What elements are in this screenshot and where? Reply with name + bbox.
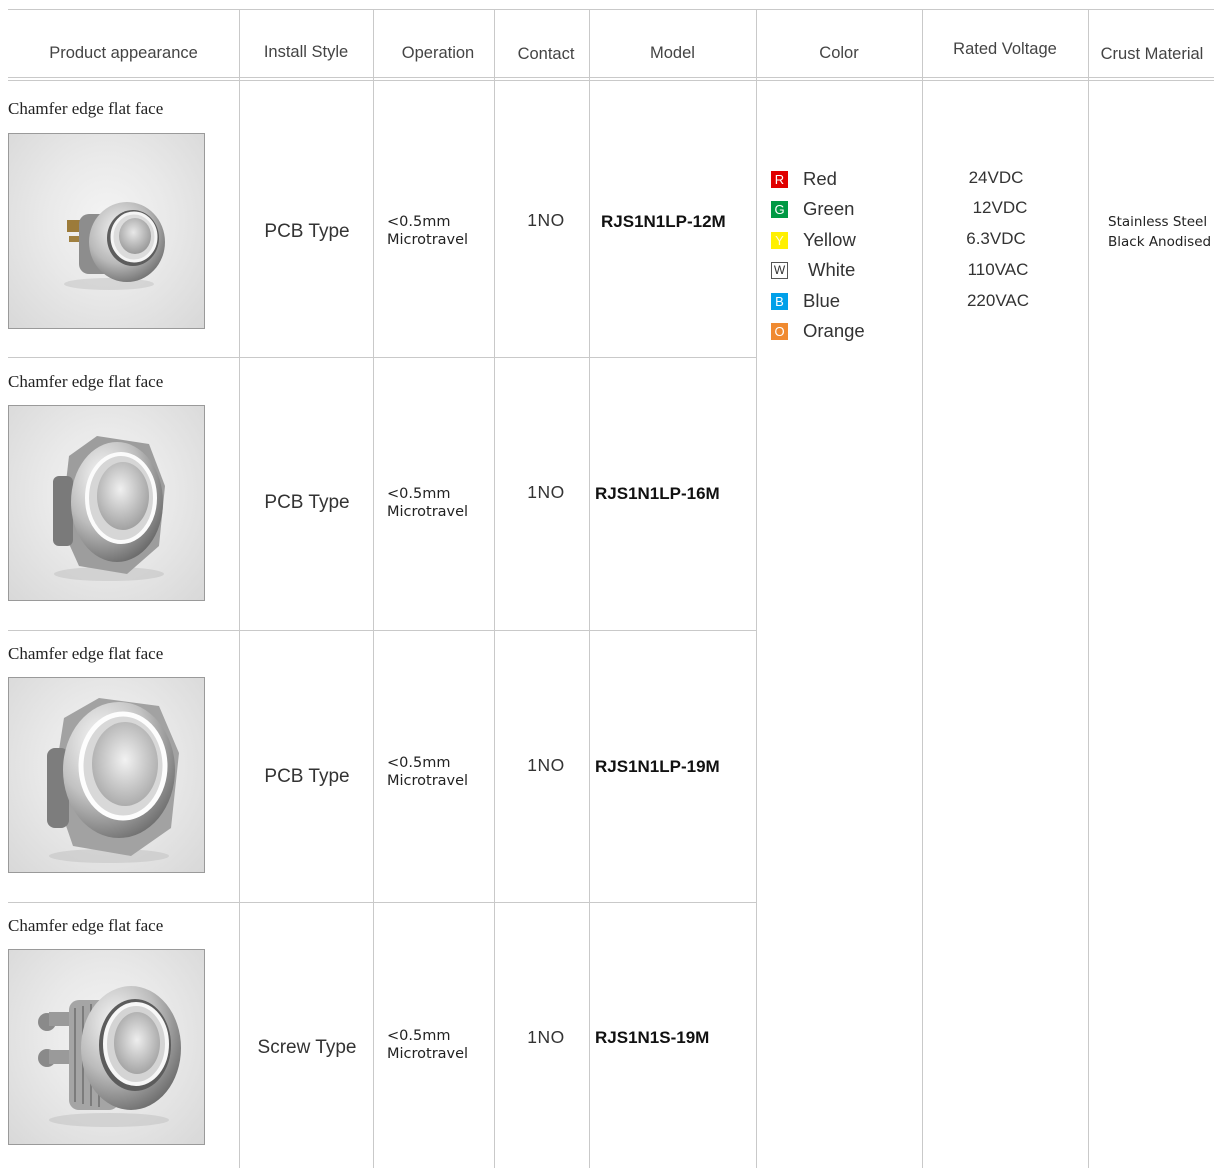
install-style: PCB Type	[264, 221, 350, 242]
contact-value: 1NO	[527, 210, 565, 230]
column-divider	[239, 9, 240, 1168]
table-top-border	[8, 9, 1214, 10]
voltage-value: 12VDC	[972, 198, 1028, 217]
product-photo	[8, 405, 205, 601]
green-swatch-icon: G	[771, 200, 788, 218]
voltage-value: 24VDC	[968, 168, 1024, 187]
switch-19mm-screw-image	[38, 986, 181, 1127]
header-rated-voltage: Rated Voltage	[953, 40, 1057, 58]
header-install-style: Install Style	[263, 43, 349, 61]
row-divider	[8, 357, 756, 358]
color-name: Orange	[803, 320, 865, 341]
product-label: Chamfer edge flat face	[8, 916, 164, 935]
operation-value: <0.5mm Microtravel	[387, 213, 468, 249]
install-style: PCB Type	[264, 766, 350, 787]
operation-value: <0.5mm Microtravel	[387, 754, 468, 790]
blue-swatch-icon: B	[771, 292, 788, 310]
operation-microtravel: Microtravel	[387, 1046, 469, 1062]
contact-value: 1NO	[527, 1027, 565, 1047]
color-name: Blue	[803, 290, 841, 311]
column-divider	[1088, 9, 1089, 1168]
color-name: Yellow	[803, 229, 856, 250]
contact-value: 1NO	[527, 482, 565, 502]
install-style: Screw Type	[257, 1037, 357, 1058]
product-label: Chamfer edge flat face	[8, 372, 164, 391]
column-divider	[494, 9, 495, 1168]
header-color: Color	[819, 44, 859, 62]
color-name: White	[808, 259, 856, 280]
red-swatch-icon: R	[771, 170, 788, 188]
color-option-orange: O Orange	[771, 319, 865, 343]
column-divider	[589, 9, 590, 1168]
operation-travel: <0.5mm	[387, 486, 451, 502]
crust-line: Black Anodised	[1108, 234, 1212, 250]
color-name: Red	[803, 168, 837, 189]
product-photo	[8, 133, 205, 329]
header-product-appearance: Product appearance	[49, 44, 198, 62]
contact-value: 1NO	[527, 755, 565, 775]
switch-19mm-image	[47, 698, 179, 863]
operation-travel: <0.5mm	[387, 1028, 451, 1044]
column-divider	[373, 9, 374, 1168]
color-option-green: G Green	[771, 197, 854, 221]
operation-travel: <0.5mm	[387, 755, 451, 771]
white-swatch-icon: W	[771, 261, 788, 279]
product-photo	[8, 677, 205, 873]
install-style: PCB Type	[264, 492, 350, 513]
operation-microtravel: Microtravel	[387, 504, 469, 520]
row-divider	[8, 630, 756, 631]
voltage-value: 110VAC	[967, 260, 1029, 279]
color-option-red: R Red	[771, 167, 837, 191]
operation-microtravel: Microtravel	[387, 232, 469, 248]
operation-microtravel: Microtravel	[387, 773, 469, 789]
model-number: RJS1N1LP-19M	[595, 757, 720, 776]
operation-value: <0.5mm Microtravel	[387, 1027, 468, 1063]
voltage-value: 220VAC	[966, 291, 1030, 310]
header-model: Model	[650, 44, 695, 62]
spec-table: Product appearance Install Style Operati…	[0, 0, 1214, 1168]
switch-12mm-image	[64, 202, 165, 290]
column-divider	[756, 9, 757, 1168]
header-bottom-border-2	[8, 80, 1214, 81]
crust-line: Stainless Steel	[1108, 214, 1208, 230]
model-number: RJS1N1LP-16M	[595, 484, 720, 503]
header-bottom-border	[8, 77, 1214, 78]
row-divider	[8, 902, 756, 903]
switch-16mm-image	[53, 436, 165, 581]
product-photo	[8, 949, 205, 1145]
header-crust-material: Crust Material	[1100, 45, 1204, 63]
color-name: Green	[803, 198, 855, 219]
product-label: Chamfer edge flat face	[8, 644, 164, 663]
operation-value: <0.5mm Microtravel	[387, 485, 468, 521]
color-option-yellow: Y Yellow	[771, 228, 856, 252]
model-number: RJS1N1S-19M	[595, 1028, 710, 1047]
model-number: RJS1N1LP-12M	[601, 212, 726, 231]
yellow-swatch-icon: Y	[771, 231, 788, 249]
crust-material-value: Stainless Steel Black Anodised	[1108, 212, 1211, 252]
color-option-white: W White	[771, 258, 855, 282]
voltage-value: 6.3VDC	[966, 229, 1026, 248]
header-operation: Operation	[401, 44, 475, 62]
color-option-blue: B Blue	[771, 289, 840, 313]
header-contact: Contact	[517, 45, 575, 63]
operation-travel: <0.5mm	[387, 214, 451, 230]
orange-swatch-icon: O	[771, 322, 788, 340]
product-label: Chamfer edge flat face	[8, 99, 164, 118]
